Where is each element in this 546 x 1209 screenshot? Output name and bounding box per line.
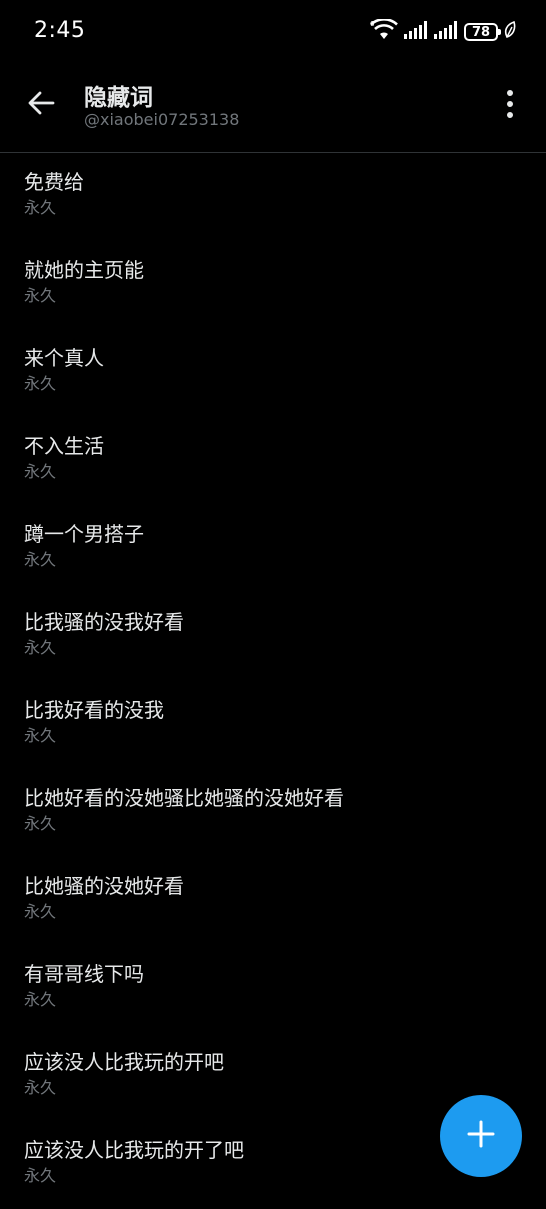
muted-word-text: 比她好看的没她骚比她骚的没她好看 [24, 786, 344, 810]
muted-word-duration: 永久 [24, 550, 57, 569]
muted-word-duration: 永久 [24, 990, 57, 1009]
page-title: 隐藏词 [84, 85, 153, 111]
add-muted-word-button[interactable] [440, 1095, 522, 1177]
list-item[interactable]: 免费给 永久 [0, 153, 546, 241]
more-vertical-icon [506, 89, 514, 123]
muted-word-text: 应该没人比我玩的开吧 [24, 1050, 224, 1074]
muted-word-text: 有哥哥线下吗 [24, 962, 144, 986]
wifi-icon: 6 [370, 18, 398, 45]
header: 隐藏词 @xiaobei07253138 [0, 64, 546, 153]
arrow-left-icon [27, 89, 55, 121]
back-button[interactable] [20, 84, 62, 126]
muted-word-text: 蹲一个男搭子 [24, 522, 144, 546]
list-item[interactable]: 比她好看的没她骚比她骚的没她好看 永久 [0, 769, 546, 857]
muted-word-text: 就她的主页能 [24, 258, 144, 282]
more-button[interactable] [500, 86, 520, 126]
list-item[interactable]: 不入生活 永久 [0, 417, 546, 505]
signal-icon [434, 21, 458, 43]
list-item[interactable]: 来个真人 永久 [0, 329, 546, 417]
muted-word-duration: 永久 [24, 726, 57, 745]
muted-word-duration: 永久 [24, 638, 57, 657]
list-item[interactable]: 蹲一个男搭子 永久 [0, 505, 546, 593]
muted-word-text: 不入生活 [24, 434, 104, 458]
signal-icon [404, 21, 428, 43]
battery-icon: 78 [464, 23, 501, 41]
muted-word-duration: 永久 [24, 902, 57, 921]
muted-word-duration: 永久 [24, 374, 57, 393]
muted-word-duration: 永久 [24, 1078, 57, 1097]
muted-word-text: 来个真人 [24, 346, 104, 370]
status-icons: 6 78 [364, 18, 516, 45]
leaf-icon [504, 20, 516, 43]
list-item[interactable]: 就她的主页能 永久 [0, 241, 546, 329]
muted-word-duration: 永久 [24, 462, 57, 481]
muted-word-text: 免费给 [24, 170, 84, 194]
status-bar: 2:45 6 78 [0, 0, 546, 64]
muted-word-duration: 永久 [24, 286, 57, 305]
battery-level: 78 [471, 24, 491, 40]
muted-word-text: 比我骚的没我好看 [24, 610, 184, 634]
muted-word-duration: 永久 [24, 198, 57, 217]
plus-icon [467, 1120, 495, 1152]
muted-word-text: 比我好看的没我 [24, 698, 164, 722]
page-subtitle: @xiaobei07253138 [84, 110, 240, 129]
list-item[interactable]: 有哥哥线下吗 永久 [0, 945, 546, 1033]
muted-words-list: 免费给 永久 就她的主页能 永久 来个真人 永久 不入生活 永久 蹲一个男搭子 … [0, 153, 546, 1209]
svg-text:6: 6 [370, 20, 375, 28]
muted-word-duration: 永久 [24, 814, 57, 833]
status-time: 2:45 [34, 18, 86, 43]
list-item[interactable]: 比我骚的没我好看 永久 [0, 593, 546, 681]
list-item[interactable]: 比我好看的没我 永久 [0, 681, 546, 769]
muted-word-duration: 永久 [24, 1166, 57, 1185]
muted-word-text: 比她骚的没她好看 [24, 874, 184, 898]
list-item[interactable]: 比她骚的没她好看 永久 [0, 857, 546, 945]
